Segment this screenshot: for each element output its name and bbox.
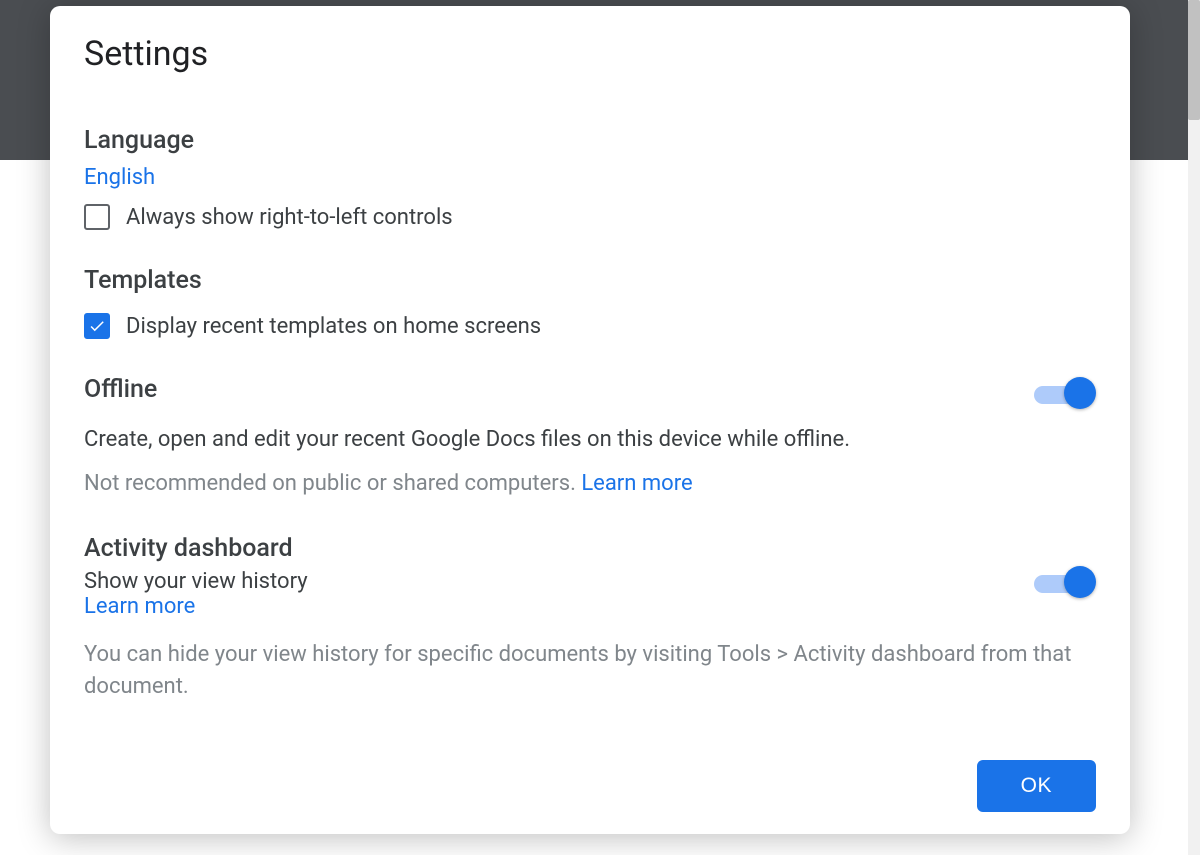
dialog-title: Settings bbox=[84, 34, 1096, 74]
ok-button[interactable]: OK bbox=[977, 760, 1096, 812]
toggle-thumb bbox=[1064, 566, 1096, 598]
rtl-checkbox-label: Always show right-to-left controls bbox=[126, 205, 453, 230]
check-icon bbox=[88, 317, 106, 335]
activity-hint: You can hide your view history for speci… bbox=[84, 639, 1096, 703]
offline-toggle[interactable] bbox=[1034, 380, 1096, 400]
toggle-thumb bbox=[1064, 377, 1096, 409]
offline-warning: Not recommended on public or shared comp… bbox=[84, 468, 1096, 500]
language-heading: Language bbox=[84, 126, 1096, 155]
settings-dialog: Settings Language English Always show ri… bbox=[50, 6, 1130, 834]
display-recent-templates-checkbox[interactable] bbox=[84, 313, 110, 339]
offline-warning-text: Not recommended on public or shared comp… bbox=[84, 471, 581, 496]
activity-learn-more-link[interactable]: Learn more bbox=[84, 594, 308, 619]
language-current-link[interactable]: English bbox=[84, 165, 1096, 190]
page-scrollbar[interactable] bbox=[1188, 0, 1200, 855]
display-recent-templates-label: Display recent templates on home screens bbox=[126, 314, 541, 339]
offline-heading: Offline bbox=[84, 375, 157, 404]
activity-toggle[interactable] bbox=[1034, 569, 1096, 589]
offline-learn-more-link[interactable]: Learn more bbox=[581, 471, 692, 496]
offline-description: Create, open and edit your recent Google… bbox=[84, 424, 1096, 456]
rtl-checkbox[interactable] bbox=[84, 204, 110, 230]
activity-heading: Activity dashboard bbox=[84, 534, 293, 563]
templates-heading: Templates bbox=[84, 266, 1096, 295]
show-view-history-label: Show your view history bbox=[84, 569, 308, 594]
scrollbar-thumb[interactable] bbox=[1188, 0, 1200, 120]
